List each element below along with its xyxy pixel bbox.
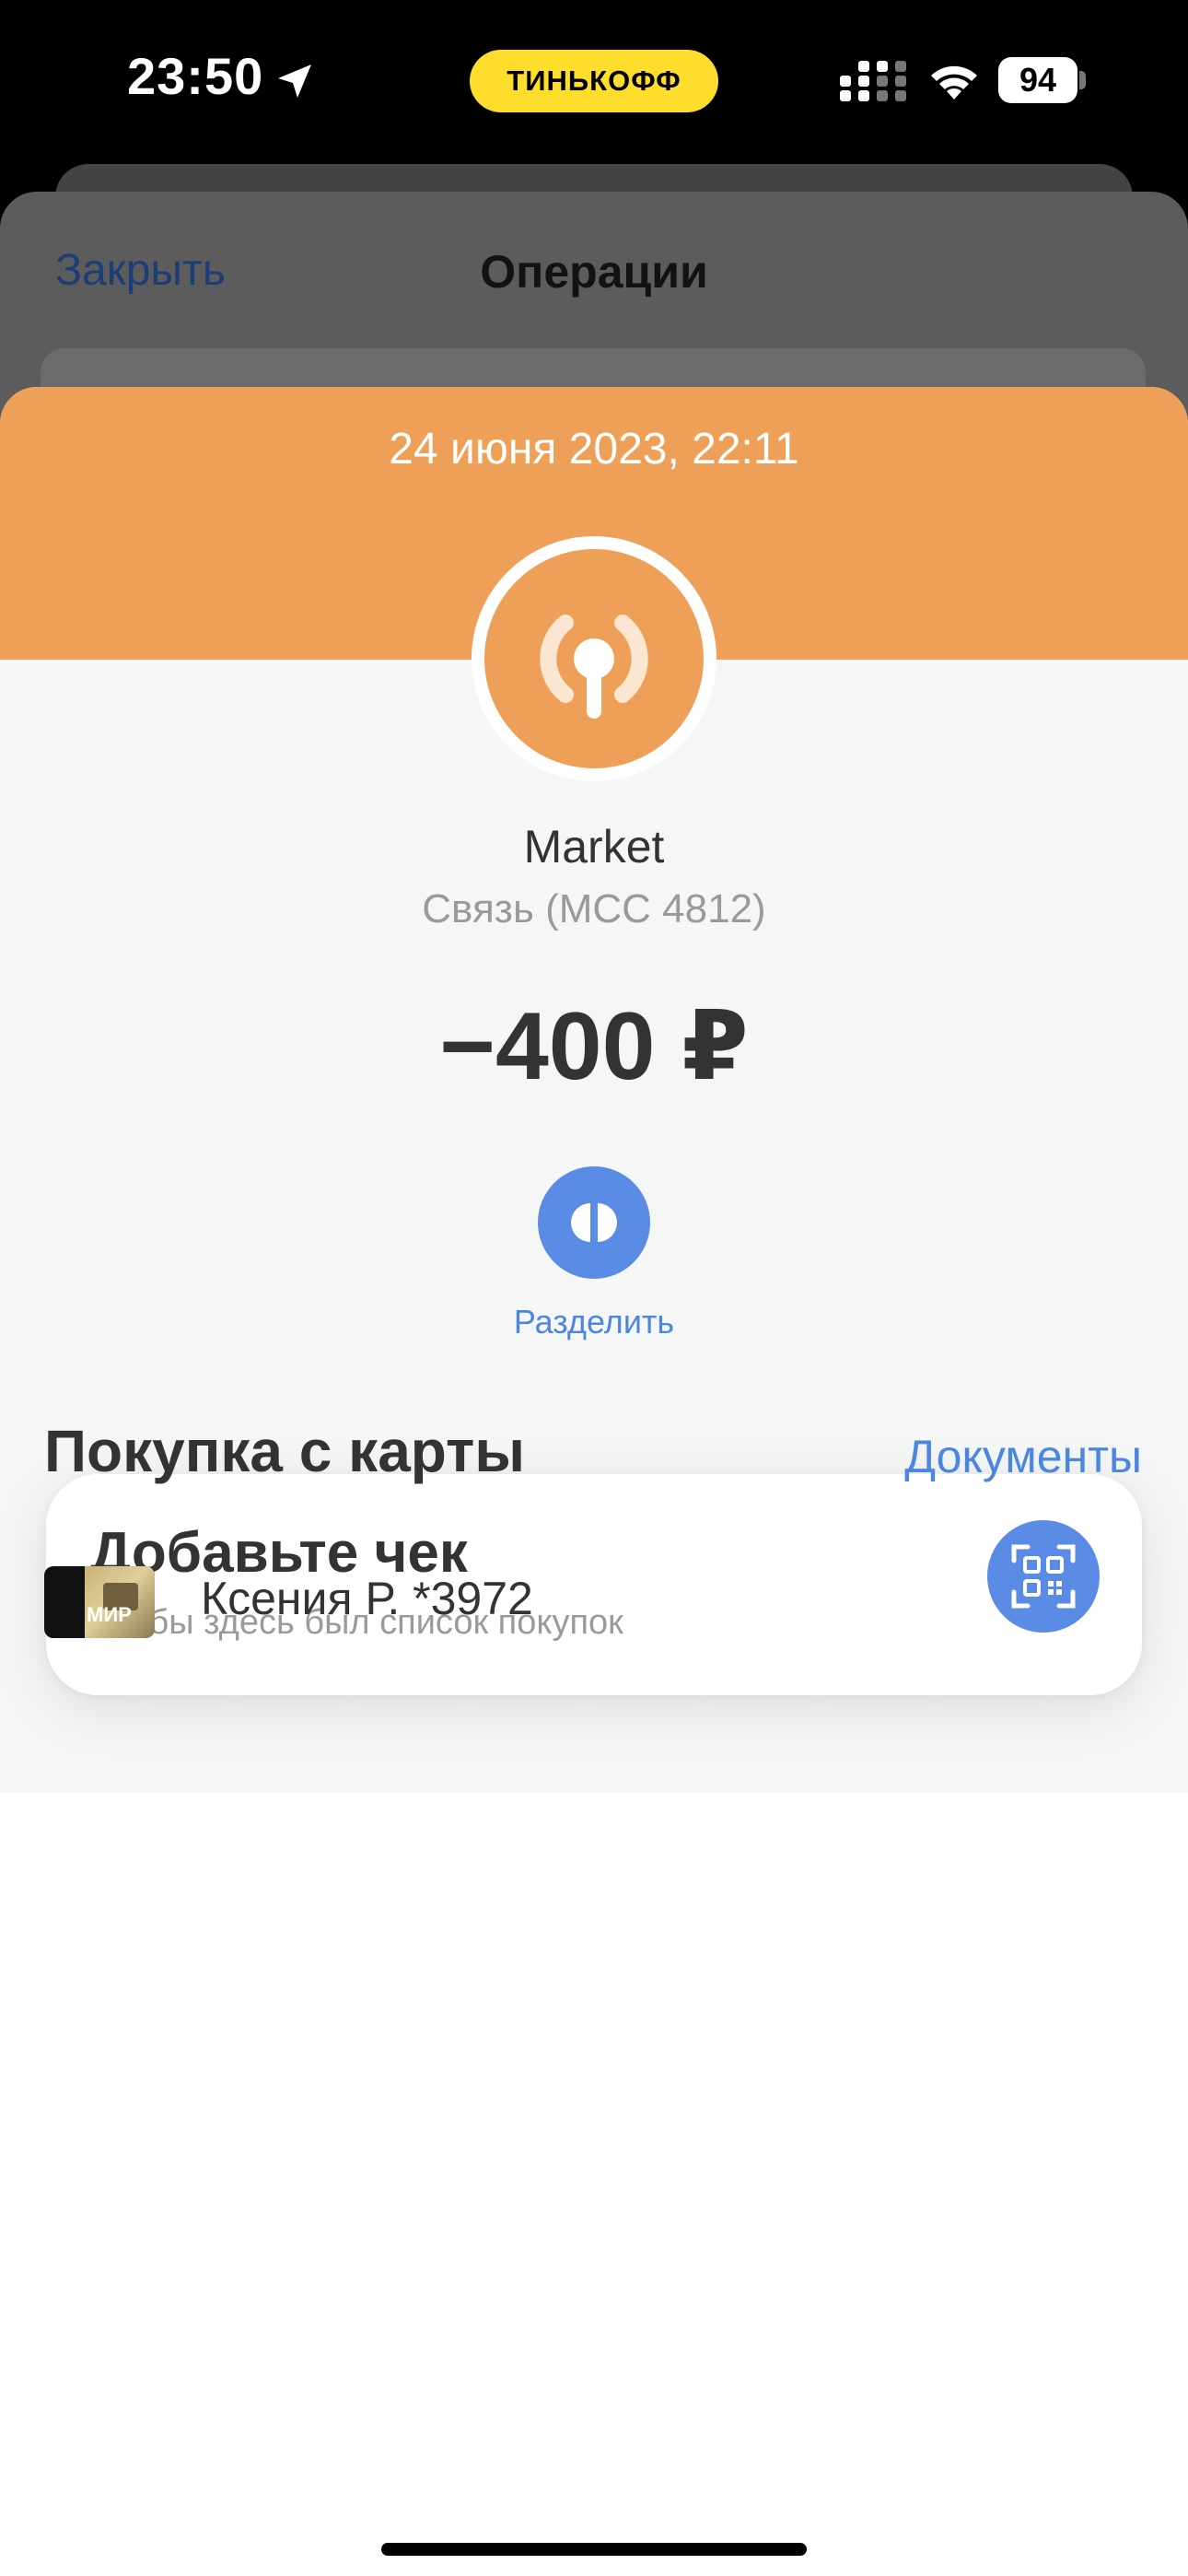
operation-details-sheet: 24 июня 2023, 22:11 Market Связь (MCC 48… [0,387,1188,2576]
radio-broadcast-icon [540,615,648,719]
carrier-badge[interactable]: ТИНЬКОФФ [470,50,718,112]
status-time: 23:50 [127,47,264,105]
battery-cap [1079,71,1086,89]
operations-title: Операции [480,246,708,298]
operation-amount: −400 ₽ [439,993,749,1100]
split-button[interactable] [538,1166,650,1279]
merchant-name: Market [523,821,665,872]
home-indicator[interactable] [381,2543,807,2556]
merchant-logo [472,536,716,781]
card-holder[interactable]: Ксения Р. *3972 [201,1572,533,1625]
wifi-icon [931,65,977,100]
purchase-section-title: Покупка с карты [44,1418,526,1484]
scan-receipt-button[interactable] [987,1520,1100,1633]
location-arrow-icon [278,64,311,98]
documents-link[interactable]: Документы [904,1430,1142,1483]
card-thumbnail: МИР [44,1566,155,1638]
operation-datetime: 24 июня 2023, 22:11 [389,425,799,474]
status-bar: 23:50 ТИНЬКОФФ 94 [0,0,1188,157]
battery-icon: 94 [998,57,1077,103]
card-brand-mir: МИР [87,1603,132,1626]
merchant-category: Связь (MCC 4812) [422,886,766,931]
split-label[interactable]: Разделить [0,1303,1188,1341]
qr-scan-icon [1011,1544,1076,1609]
card-thumbnail-photo [85,1566,155,1638]
split-icon [571,1203,617,1242]
signal-icon [840,61,906,101]
